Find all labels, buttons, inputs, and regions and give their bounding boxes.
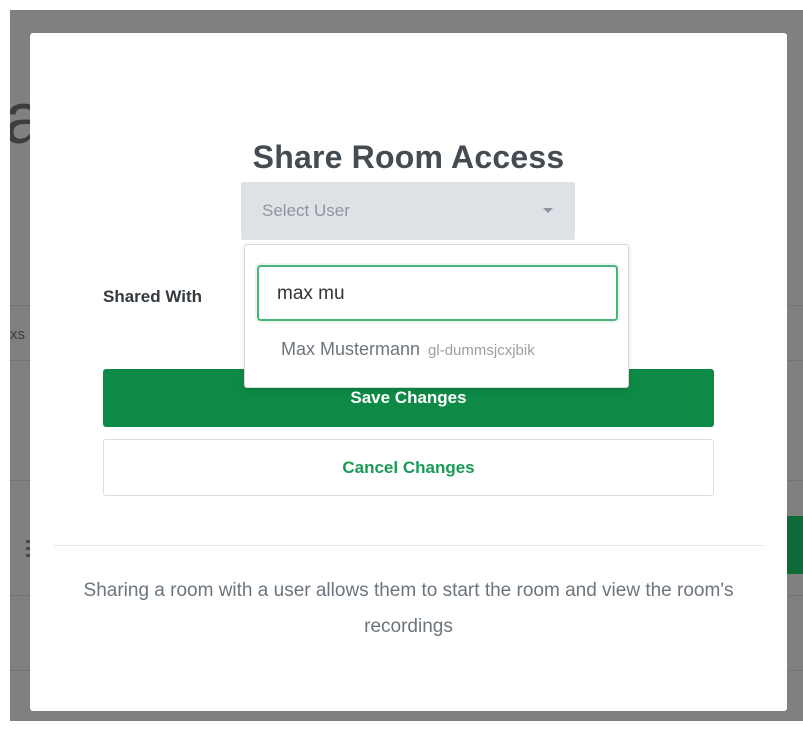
user-search-input[interactable] xyxy=(277,281,597,307)
cancel-changes-button[interactable]: Cancel Changes xyxy=(103,439,714,496)
share-room-modal: Share Room Access Select User Shared Wit… xyxy=(30,33,787,711)
select-user-placeholder: Select User xyxy=(262,201,350,220)
user-option-uid: gl-dummsjcxjbik xyxy=(428,342,535,359)
user-search-box xyxy=(257,265,618,321)
user-option[interactable]: Max Mustermann gl-dummsjcxjbik xyxy=(281,339,535,367)
modal-footer-text: Sharing a room with a user allows them t… xyxy=(83,580,734,637)
user-search-dropdown: Max Mustermann gl-dummsjcxjbik xyxy=(244,244,629,388)
select-user-dropdown[interactable]: Select User xyxy=(241,182,575,240)
user-option-name: Max Mustermann xyxy=(281,339,421,359)
background-text: xs xyxy=(10,326,25,343)
shared-with-label: Shared With xyxy=(103,287,203,306)
modal-title: Share Room Access xyxy=(252,139,565,175)
modal-divider xyxy=(54,545,763,546)
caret-down-icon xyxy=(543,208,553,213)
